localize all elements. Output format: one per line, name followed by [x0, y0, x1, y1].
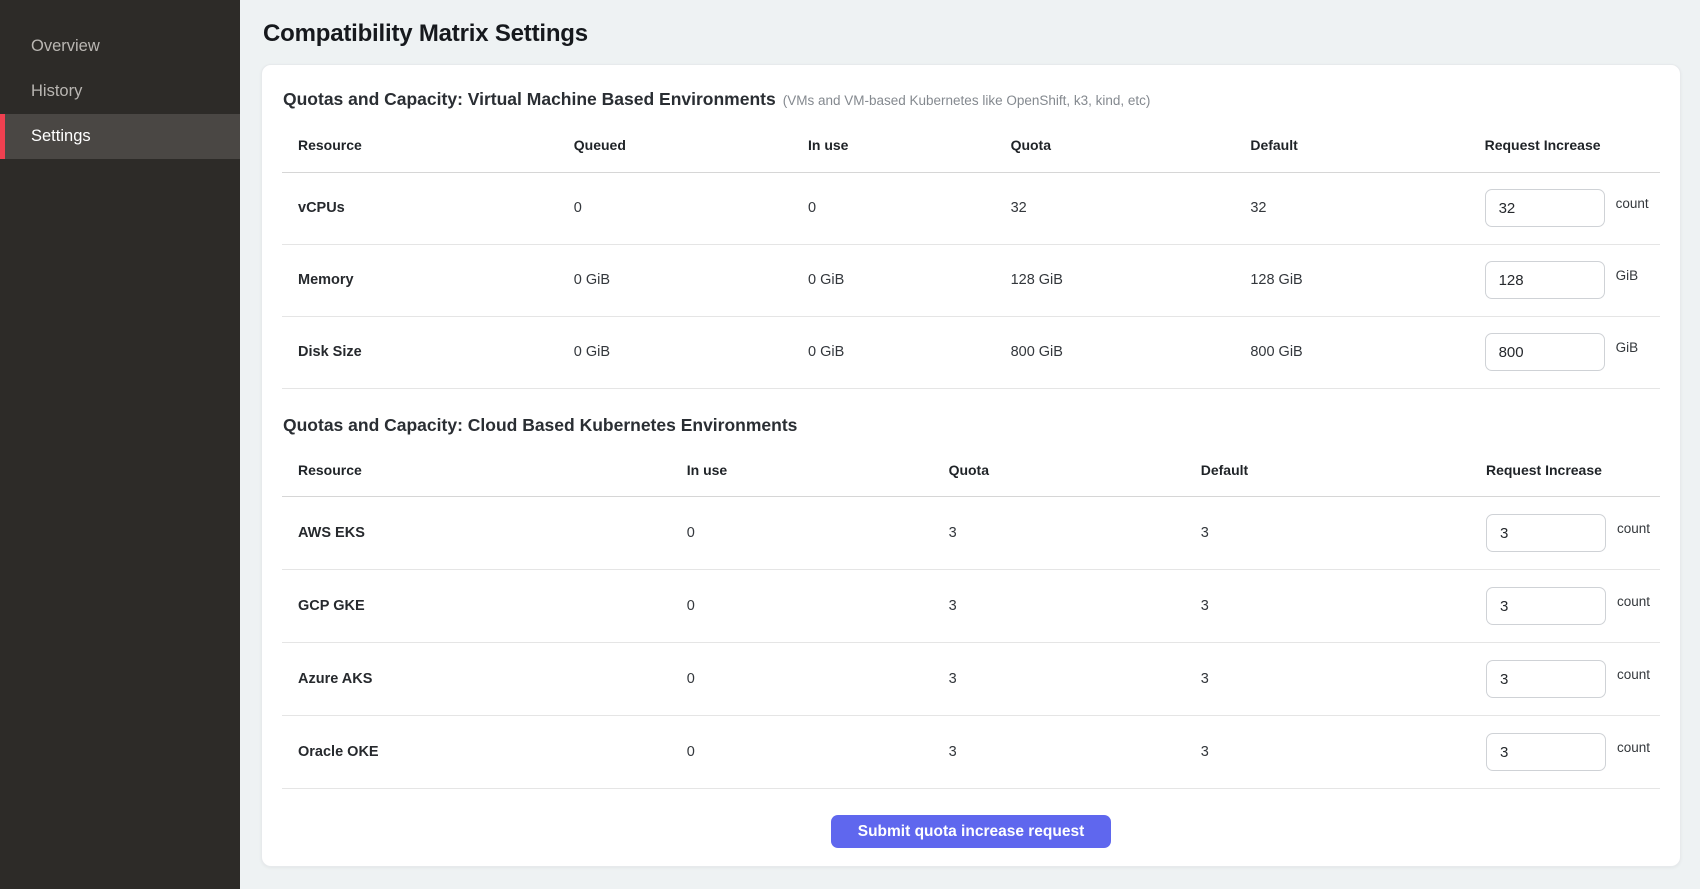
queued-value: 0 GiB: [573, 316, 807, 388]
resource-name: Azure AKS: [282, 643, 686, 716]
request-increase-cell: count: [1485, 570, 1660, 643]
sidebar-item-label: History: [31, 82, 82, 101]
unit-label: count: [1617, 594, 1650, 609]
resource-name: GCP GKE: [282, 570, 686, 643]
request-increase-input[interactable]: [1486, 733, 1606, 771]
unit-label: count: [1617, 740, 1650, 755]
default-value: 3: [1200, 570, 1485, 643]
cloud-quota-table: Resource In use Quota Default Request In…: [282, 444, 1660, 790]
quota-value: 3: [948, 643, 1200, 716]
sidebar-item-history[interactable]: History: [0, 69, 240, 114]
default-value: 3: [1200, 643, 1485, 716]
default-value: 32: [1249, 172, 1483, 244]
vm-quota-table: Resource Queued In use Quota Default Req…: [282, 119, 1660, 389]
quota-value: 3: [948, 570, 1200, 643]
request-increase-cell: GiB: [1484, 316, 1660, 388]
table-row-vcpus: vCPUs 0 0 32 32 count: [282, 172, 1660, 244]
unit-label: GiB: [1616, 268, 1639, 283]
unit-label: GiB: [1616, 340, 1639, 355]
default-value: 3: [1200, 497, 1485, 570]
sidebar-item-overview[interactable]: Overview: [0, 24, 240, 69]
request-increase-cell: count: [1485, 643, 1660, 716]
request-increase-cell: count: [1485, 497, 1660, 570]
unit-label: count: [1617, 521, 1650, 536]
request-increase-cell: count: [1484, 172, 1660, 244]
button-row: Submit quota increase request: [282, 789, 1660, 854]
table-row-gcp-gke: GCP GKE 0 3 3 count: [282, 570, 1660, 643]
default-value: 3: [1200, 716, 1485, 789]
default-value: 128 GiB: [1249, 244, 1483, 316]
queued-value: 0: [573, 172, 807, 244]
column-header-default: Default: [1200, 444, 1485, 497]
quota-value: 3: [948, 497, 1200, 570]
in-use-value: 0: [686, 497, 948, 570]
request-increase-input[interactable]: [1485, 189, 1605, 227]
resource-name: Memory: [282, 244, 573, 316]
in-use-value: 0 GiB: [807, 244, 1010, 316]
column-header-queued: Queued: [573, 119, 807, 172]
vm-section-subtitle: (VMs and VM-based Kubernetes like OpenSh…: [783, 93, 1151, 108]
sidebar-item-label: Settings: [31, 127, 91, 146]
table-row-azure-aks: Azure AKS 0 3 3 count: [282, 643, 1660, 716]
resource-name: AWS EKS: [282, 497, 686, 570]
request-increase-cell: GiB: [1484, 244, 1660, 316]
queued-value: 0 GiB: [573, 244, 807, 316]
request-increase-input[interactable]: [1486, 514, 1606, 552]
in-use-value: 0: [686, 716, 948, 789]
column-header-resource: Resource: [282, 119, 573, 172]
in-use-value: 0 GiB: [807, 316, 1010, 388]
request-increase-input[interactable]: [1486, 660, 1606, 698]
quota-value: 800 GiB: [1010, 316, 1250, 388]
table-row-disk-size: Disk Size 0 GiB 0 GiB 800 GiB 800 GiB Gi…: [282, 316, 1660, 388]
column-header-request-increase: Request Increase: [1485, 444, 1660, 497]
sidebar-item-label: Overview: [31, 37, 100, 56]
page-title: Compatibility Matrix Settings: [263, 20, 1681, 48]
sidebar: Overview History Settings: [0, 0, 240, 889]
in-use-value: 0: [686, 643, 948, 716]
default-value: 800 GiB: [1249, 316, 1483, 388]
column-header-request-increase: Request Increase: [1484, 119, 1660, 172]
submit-quota-increase-button[interactable]: Submit quota increase request: [831, 815, 1112, 848]
quotas-card: Quotas and Capacity: Virtual Machine Bas…: [261, 64, 1681, 867]
column-header-quota: Quota: [1010, 119, 1250, 172]
resource-name: vCPUs: [282, 172, 573, 244]
quota-value: 128 GiB: [1010, 244, 1250, 316]
request-increase-input[interactable]: [1486, 587, 1606, 625]
main-content: Compatibility Matrix Settings Quotas and…: [240, 0, 1700, 889]
unit-label: count: [1617, 667, 1650, 682]
cloud-section-title: Quotas and Capacity: Cloud Based Kuberne…: [283, 415, 797, 435]
column-header-quota: Quota: [948, 444, 1200, 497]
table-header-row: Resource In use Quota Default Request In…: [282, 444, 1660, 497]
cloud-section-heading: Quotas and Capacity: Cloud Based Kuberne…: [283, 415, 1660, 436]
table-row-memory: Memory 0 GiB 0 GiB 128 GiB 128 GiB GiB: [282, 244, 1660, 316]
request-increase-input[interactable]: [1485, 261, 1605, 299]
resource-name: Oracle OKE: [282, 716, 686, 789]
column-header-resource: Resource: [282, 444, 686, 497]
request-increase-input[interactable]: [1485, 333, 1605, 371]
vm-section-title: Quotas and Capacity: Virtual Machine Bas…: [283, 89, 776, 109]
in-use-value: 0: [807, 172, 1010, 244]
sidebar-item-settings[interactable]: Settings: [0, 114, 240, 159]
table-header-row: Resource Queued In use Quota Default Req…: [282, 119, 1660, 172]
unit-label: count: [1616, 196, 1649, 211]
table-row-aws-eks: AWS EKS 0 3 3 count: [282, 497, 1660, 570]
column-header-default: Default: [1249, 119, 1483, 172]
column-header-in-use: In use: [807, 119, 1010, 172]
quota-value: 3: [948, 716, 1200, 789]
column-header-in-use: In use: [686, 444, 948, 497]
vm-section-heading: Quotas and Capacity: Virtual Machine Bas…: [283, 89, 1660, 111]
table-row-oracle-oke: Oracle OKE 0 3 3 count: [282, 716, 1660, 789]
request-increase-cell: count: [1485, 716, 1660, 789]
in-use-value: 0: [686, 570, 948, 643]
quota-value: 32: [1010, 172, 1250, 244]
resource-name: Disk Size: [282, 316, 573, 388]
